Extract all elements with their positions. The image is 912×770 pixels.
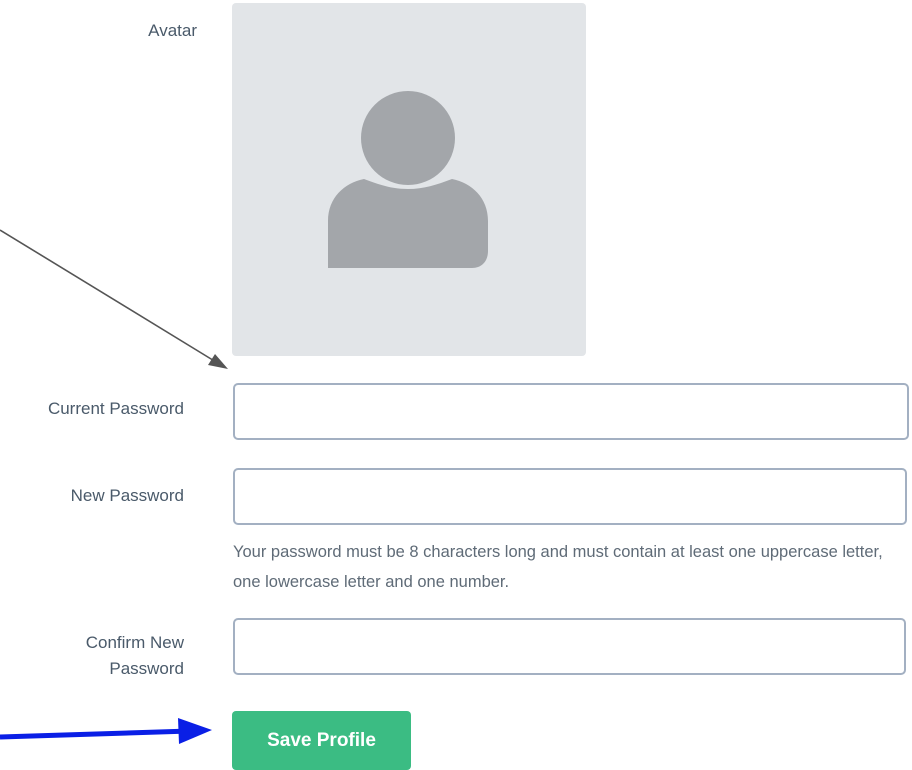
confirm-password-input[interactable] — [233, 618, 906, 675]
save-profile-button[interactable]: Save Profile — [232, 711, 411, 770]
avatar-label: Avatar — [148, 21, 197, 40]
gray-arrow-line — [0, 229, 217, 363]
blue-arrow-head — [178, 718, 212, 744]
user-silhouette-icon — [328, 91, 488, 268]
new-password-label: New Password — [70, 486, 184, 505]
gray-arrow-head — [208, 354, 228, 369]
confirm-password-label-line1: Confirm New — [85, 633, 184, 652]
blue-arrow-line — [0, 728, 191, 740]
current-password-label: Current Password — [47, 399, 184, 418]
avatar-placeholder[interactable] — [232, 3, 586, 356]
confirm-password-label: Confirm New Password — [0, 630, 184, 682]
current-password-input[interactable] — [233, 383, 909, 440]
confirm-password-label-line2: Password — [109, 659, 184, 678]
password-requirements-help: Your password must be 8 characters long … — [233, 543, 883, 591]
new-password-input[interactable] — [233, 468, 907, 525]
